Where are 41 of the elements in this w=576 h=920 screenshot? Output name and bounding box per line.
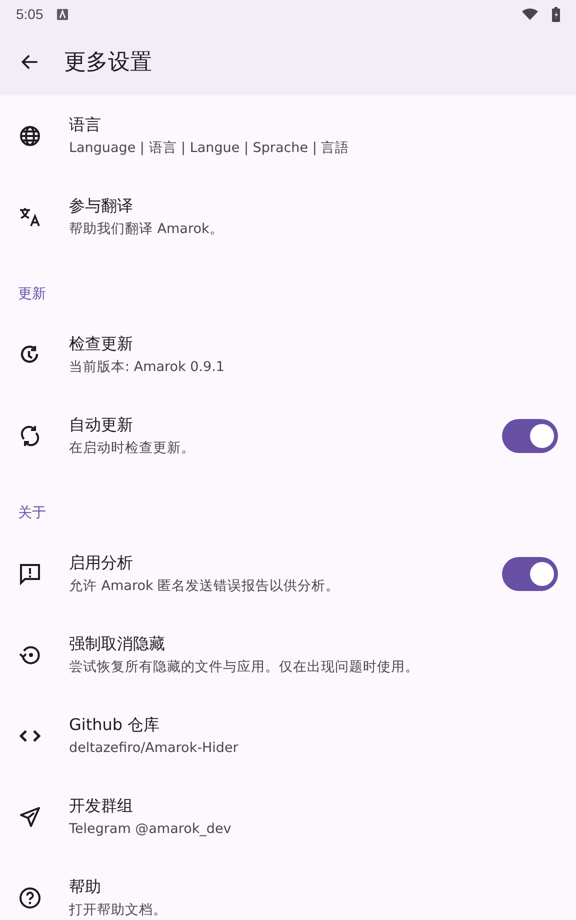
item-title: 自动更新 <box>69 414 134 434</box>
item-subtitle: 尝试恢复所有隐藏的文件与应用。仅在出现问题时使用。 <box>69 658 420 676</box>
status-time: 5:05 <box>16 6 44 22</box>
item-subtitle: 在启动时检查更新。 <box>69 438 196 456</box>
page-title: 更多设置 <box>64 48 152 76</box>
item-subtitle: deltazefiro/Amarok-Hider <box>69 738 240 756</box>
section-header: 更新 <box>17 285 47 304</box>
toggle-switch[interactable] <box>502 556 558 590</box>
item-title: 强制取消隐藏 <box>69 634 166 654</box>
item-subtitle: 打开帮助文档。 <box>69 900 168 918</box>
notification-icon <box>57 8 68 20</box>
globe-icon <box>18 124 42 148</box>
item-title: 语言 <box>69 114 102 134</box>
item-title: 帮助 <box>69 876 102 896</box>
settings-item[interactable]: 帮助 打开帮助文档。 <box>0 857 576 920</box>
toggle-switch[interactable] <box>502 418 558 452</box>
settings-item[interactable]: 强制取消隐藏 尝试恢复所有隐藏的文件与应用。仅在出现问题时使用。 <box>0 614 576 695</box>
send-icon <box>18 804 42 828</box>
item-title: 参与翻译 <box>69 196 134 216</box>
item-title: Github 仓库 <box>69 714 161 734</box>
wifi-icon <box>522 8 538 20</box>
section-header: 关于 <box>17 504 47 523</box>
item-subtitle: Telegram @amarok_dev <box>69 820 232 838</box>
feedback-icon <box>18 562 42 586</box>
item-subtitle: 帮助我们翻译 Amarok。 <box>69 220 224 238</box>
item-title: 开发群组 <box>69 796 134 816</box>
item-title: 启用分析 <box>69 552 134 572</box>
settings-item[interactable]: 启用分析 允许 Amarok 匿名发送错误报告以供分析。 <box>0 533 576 614</box>
help-icon <box>18 886 42 910</box>
settings-item[interactable]: 参与翻译 帮助我们翻译 Amarok。 <box>0 176 576 257</box>
item-subtitle: Language | 语言 | Langue | Sprache | 言語 <box>69 138 350 156</box>
sync-icon <box>18 424 42 448</box>
settings-item[interactable]: 开发群组 Telegram @amarok_dev <box>0 776 576 857</box>
settings-item[interactable]: 检查更新 当前版本: Amarok 0.9.1 <box>0 314 576 395</box>
settings-item[interactable]: 自动更新 在启动时检查更新。 <box>0 395 576 476</box>
battery-icon <box>552 6 560 22</box>
item-title: 检查更新 <box>69 334 134 354</box>
item-subtitle: 允许 Amarok 匿名发送错误报告以供分析。 <box>69 576 341 594</box>
settings-item[interactable]: 语言 Language | 语言 | Langue | Sprache | 言語 <box>0 95 576 176</box>
item-subtitle: 当前版本: Amarok 0.9.1 <box>69 358 226 376</box>
settings-item[interactable]: Github 仓库 deltazefiro/Amarok-Hider <box>0 695 576 776</box>
